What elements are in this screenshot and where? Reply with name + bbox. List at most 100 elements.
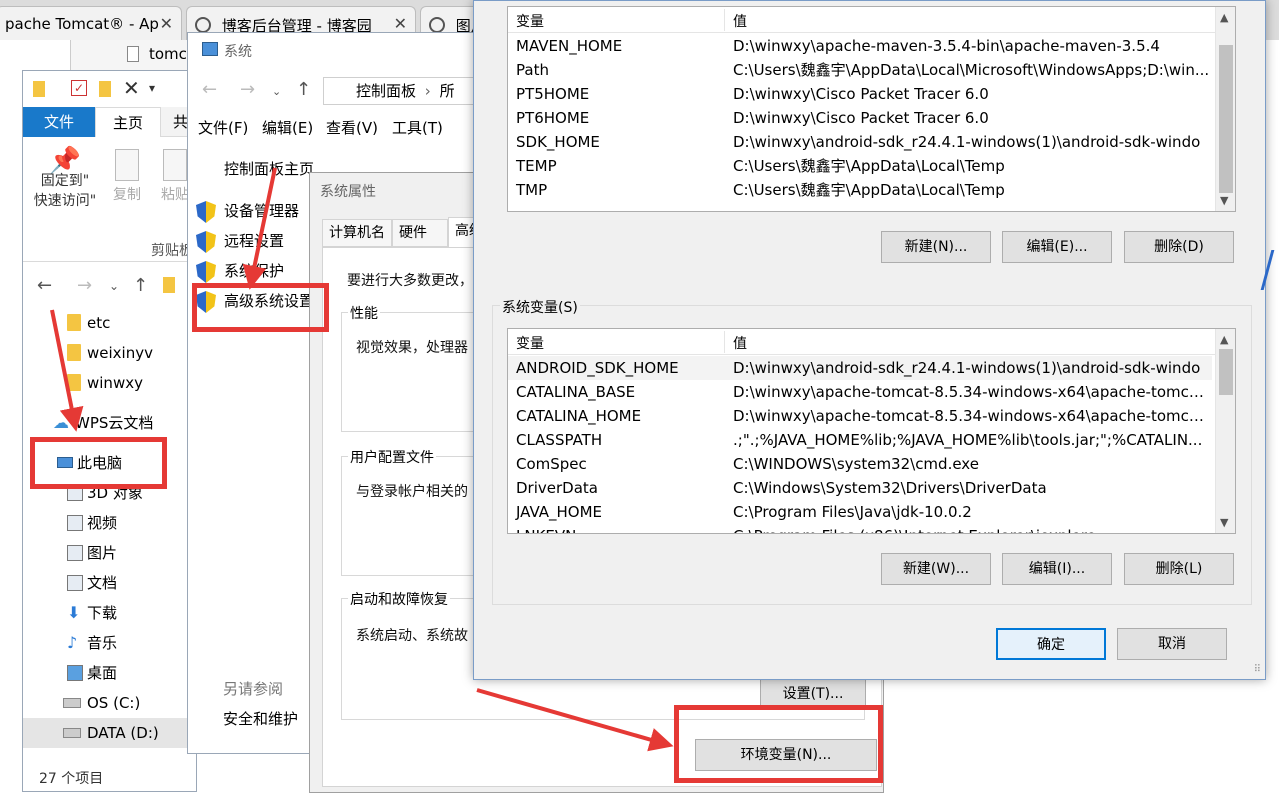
scroll-down-icon[interactable]: ▼ [1220,516,1228,529]
tree-item-pictures[interactable]: 图片 [23,538,198,568]
cancel-button[interactable]: 取消 [1117,628,1227,660]
tree-item-music[interactable]: ♪ 音乐 [23,628,198,658]
table-row[interactable]: ANDROID_SDK_HOME D:\winwxy\android-sdk_r… [508,356,1212,380]
close-icon[interactable]: ✕ [394,14,407,33]
scroll-up-icon[interactable]: ▲ [1220,333,1228,346]
var-value: D:\winwxy\android-sdk_r24.4.1-windows(1)… [733,359,1201,377]
column-header-name[interactable]: 变量 [516,11,544,31]
table-row[interactable]: LNKEVN C:\Program Files (x86)\Internet E… [508,524,1212,533]
close-icon[interactable]: ✕ [160,14,173,33]
up-arrow-icon[interactable]: ↑ [296,79,311,100]
tree-item-downloads[interactable]: ⬇ 下载 [23,598,198,628]
tree-item-drive-c[interactable]: OS (C:) [23,688,198,718]
var-name: PT6HOME [516,109,590,127]
link-security-maintenance[interactable]: 安全和维护 [223,708,298,729]
see-also-heading: 另请参阅 [223,680,284,698]
table-row[interactable]: DriverData C:\Windows\System32\Drivers\D… [508,476,1212,500]
menu-tools[interactable]: 工具(T) [392,117,443,138]
tree-item-documents[interactable]: 文档 [23,568,198,598]
table-row[interactable]: CATALINA_HOME D:\winwxy\apache-tomcat-8.… [508,404,1212,428]
pin-quick-access-button[interactable]: 📌 固定到" 快速访问" [29,148,101,211]
var-name: SDK_HOME [516,133,600,151]
table-row[interactable]: JAVA_HOME C:\Program Files\Java\jdk-10.0… [508,500,1212,524]
var-name: TMP [516,181,548,199]
tab-hardware[interactable]: 硬件 [392,219,448,247]
table-row[interactable]: CATALINA_BASE D:\winwxy\apache-tomcat-8.… [508,380,1212,404]
address-field[interactable]: 控制面板 › 所 [323,77,488,105]
column-header-value[interactable]: 值 [733,333,747,353]
system-delete-button[interactable]: 删除(L) [1124,553,1234,585]
system-variables-label: 系统变量(S) [500,297,580,317]
table-row[interactable]: CLASSPATH .;".;%JAVA_HOME%lib;%JAVA_HOME… [508,428,1212,452]
scroll-up-icon[interactable]: ▲ [1220,11,1228,24]
chevron-down-icon[interactable]: ⌄ [272,85,281,98]
tree-label: etc [87,314,111,332]
menu-edit[interactable]: 编辑(E) [262,117,313,138]
user-delete-button[interactable]: 删除(D) [1124,231,1234,263]
chevron-right-icon: › [424,82,431,100]
tab-computer-name[interactable]: 计算机名 [322,219,392,247]
up-arrow-icon[interactable]: ↑ [133,275,148,296]
back-arrow-icon[interactable]: ← [37,275,52,296]
menu-file[interactable]: 文件(F) [198,117,248,138]
forward-arrow-icon[interactable]: → [240,79,255,100]
resize-grip-icon[interactable]: ⠿ [1254,664,1261,675]
properties-icon[interactable]: ✓ [71,80,87,96]
table-row[interactable]: PT5HOME D:\winwxy\Cisco Packet Tracer 6.… [508,82,1212,106]
tree-item-desktop[interactable]: 桌面 [23,658,198,688]
group-label: 性能 [348,303,380,323]
var-name: CATALINA_HOME [516,407,642,425]
column-header-value[interactable]: 值 [733,11,747,31]
link-system-protection[interactable]: 系统保护 [196,258,284,284]
menu-view[interactable]: 查看(V) [326,117,378,138]
copy-button[interactable]: 复制 [107,149,147,205]
link-remote-settings[interactable]: 远程设置 [196,228,284,254]
user-edit-button[interactable]: 编辑(E)... [1002,231,1112,263]
control-panel-home-link[interactable]: 控制面板主页 [224,158,314,179]
table-row[interactable]: PT6HOME D:\winwxy\Cisco Packet Tracer 6.… [508,106,1212,130]
link-device-manager[interactable]: 设备管理器 [196,198,299,224]
profiles-text: 与登录帐户相关的 [356,484,468,500]
chevron-down-icon[interactable]: ▾ [149,81,155,95]
browser-tab-tomcat[interactable]: pache Tomcat® - Ap ✕ [0,6,182,40]
forward-arrow-icon[interactable]: → [77,275,92,296]
quick-access-toolbar: ✓ ✕ ▾ [23,71,198,107]
user-variables-list[interactable]: 变量 值 MAVEN_HOME D:\winwxy\apache-maven-3… [507,6,1236,212]
new-folder-icon[interactable] [99,81,111,97]
tree-item-wps-cloud[interactable]: ☁ WPS云文档 [23,408,198,438]
table-row[interactable]: Path C:\Users\魏鑫宇\AppData\Local\Microsof… [508,58,1212,82]
back-arrow-icon[interactable]: ← [202,79,217,100]
table-row[interactable]: TEMP C:\Users\魏鑫宇\AppData\Local\Temp [508,154,1212,178]
var-name: JAVA_HOME [516,503,603,521]
scroll-thumb[interactable] [1219,45,1233,193]
var-value: D:\winwxy\apache-tomcat-8.5.34-windows-x… [733,383,1211,401]
tree-item-videos[interactable]: 视频 [23,508,198,538]
table-row[interactable]: SDK_HOME D:\winwxy\android-sdk_r24.4.1-w… [508,130,1212,154]
startup-text: 系统启动、系统故 [356,628,468,644]
window-title: 系统 [224,44,252,60]
scroll-thumb[interactable] [1219,349,1233,395]
ok-button[interactable]: 确定 [996,628,1106,660]
scroll-down-icon[interactable]: ▼ [1220,194,1228,207]
column-header-name[interactable]: 变量 [516,333,544,353]
system-new-button[interactable]: 新建(W)... [881,553,991,585]
system-edit-button[interactable]: 编辑(I)... [1002,553,1112,585]
var-value: C:\Program Files (x86)\Internet Explorer… [733,524,1211,533]
delete-icon[interactable]: ✕ [123,76,140,100]
table-row[interactable]: ComSpec C:\WINDOWS\system32\cmd.exe [508,452,1212,476]
table-row[interactable]: TMP C:\Users\魏鑫宇\AppData\Local\Temp [508,178,1212,202]
tree-item-etc[interactable]: etc [23,308,198,338]
table-row[interactable]: MAVEN_HOME D:\winwxy\apache-maven-3.5.4-… [508,34,1212,58]
user-new-button[interactable]: 新建(N)... [881,231,991,263]
status-bar: 27 个项目 [39,771,104,787]
chevron-down-icon[interactable]: ⌄ [109,279,119,293]
tab-share[interactable]: 共 [173,107,188,137]
tree-item-weixinyv[interactable]: weixinyv [23,338,198,368]
tree-item-winwxy[interactable]: winwxy [23,368,198,398]
tab-home[interactable]: 主页 [95,107,161,138]
tab-file[interactable]: 文件 [23,107,95,137]
scrollbar[interactable]: ▲ ▼ [1215,329,1235,533]
tree-item-drive-d[interactable]: DATA (D:) [23,718,198,748]
scrollbar[interactable]: ▲ ▼ [1215,7,1235,211]
system-variables-list[interactable]: 变量 值 ANDROID_SDK_HOME D:\winwxy\android-… [507,328,1236,534]
